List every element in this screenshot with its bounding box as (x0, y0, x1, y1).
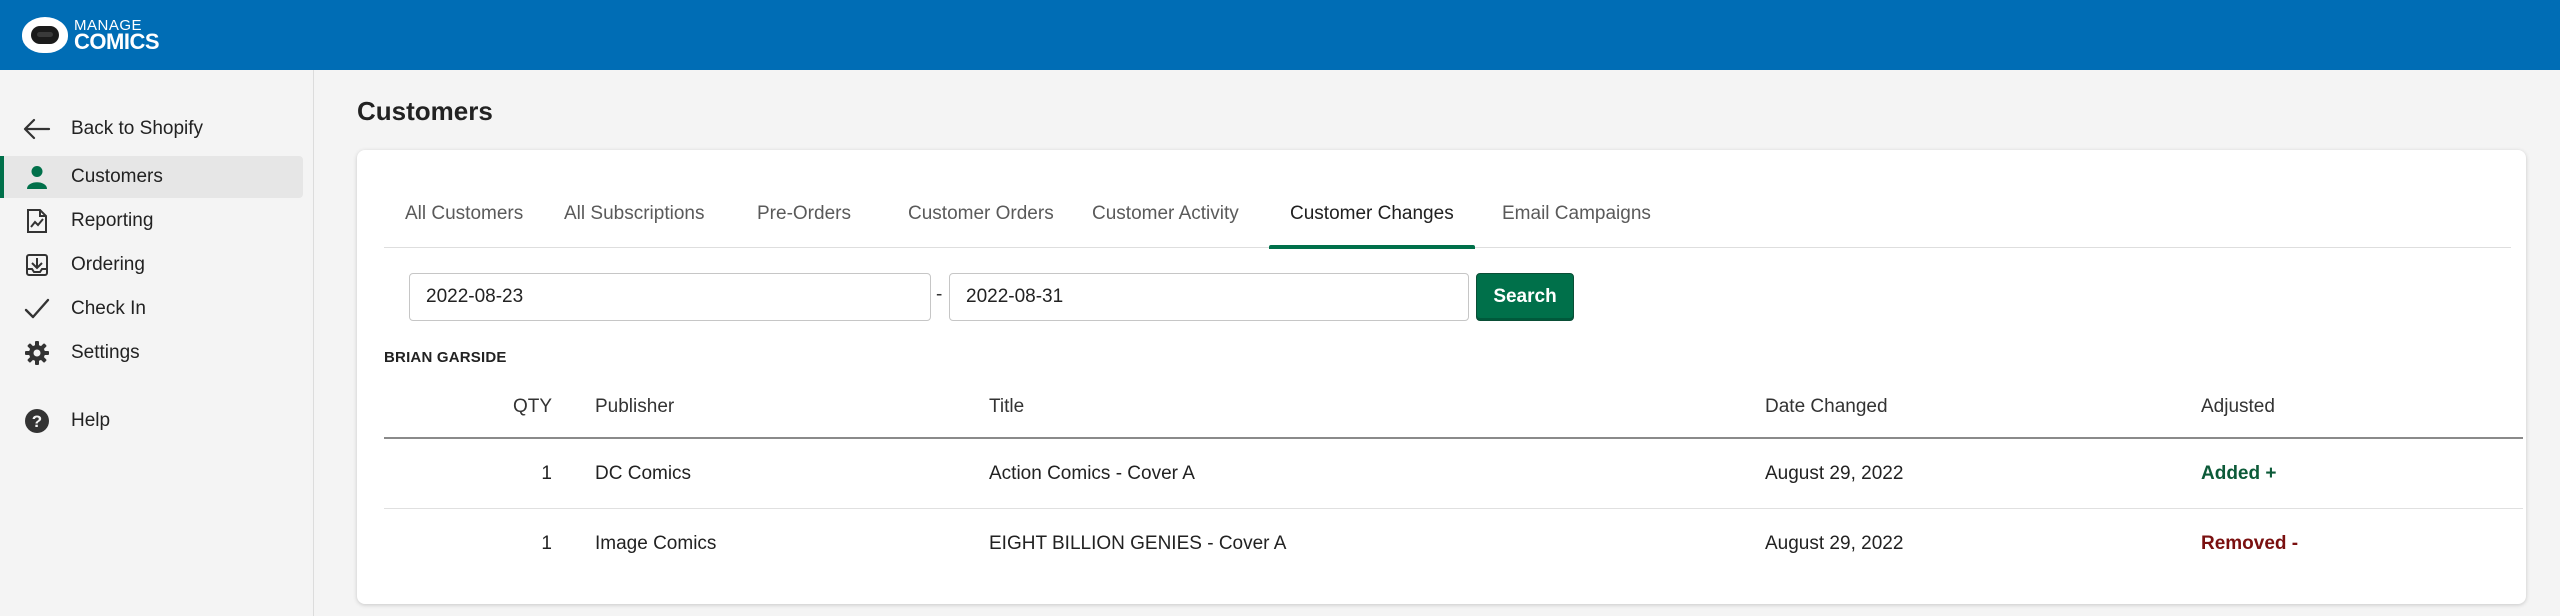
logo-text-line2: COMICS (74, 28, 160, 54)
tab-customer-orders[interactable]: Customer Orders (887, 180, 1075, 248)
sidebar-item-label: Settings (71, 342, 140, 363)
svg-text:?: ? (32, 412, 42, 431)
cell-publisher: Image Comics (595, 533, 717, 554)
tab-all-subscriptions[interactable]: All Subscriptions (543, 180, 725, 248)
header-title[interactable]: Title (989, 377, 1024, 437)
page-title: Customers (357, 96, 493, 126)
table-row: 1 Image Comics EIGHT BILLION GENIES - Co… (384, 509, 2523, 579)
header-publisher[interactable]: Publisher (595, 377, 674, 437)
back-to-shopify-link[interactable]: Back to Shopify (0, 108, 303, 150)
sidebar-item-label: Reporting (71, 210, 154, 231)
header-date-changed[interactable]: Date Changed (1765, 377, 1888, 437)
sidebar-item-label: Customers (71, 166, 163, 187)
table-header: QTY Publisher Title Date Changed Adjuste… (384, 377, 2523, 439)
tab-customer-activity[interactable]: Customer Activity (1071, 180, 1260, 248)
sidebar-item-settings[interactable]: Settings (0, 332, 303, 374)
person-icon (22, 162, 52, 192)
sidebar: Back to Shopify Customers Reporting Orde… (0, 70, 314, 616)
sidebar-item-help[interactable]: ? Help (0, 400, 303, 442)
arrow-left-icon (22, 114, 52, 144)
end-date-input[interactable] (949, 273, 1469, 321)
tab-customer-changes[interactable]: Customer Changes (1269, 180, 1475, 249)
back-to-shopify-label: Back to Shopify (71, 118, 204, 139)
start-date-input[interactable] (409, 273, 931, 321)
cell-publisher: DC Comics (595, 462, 692, 484)
sidebar-item-ordering[interactable]: Ordering (0, 244, 303, 286)
customers-card: All Customers All Subscriptions Pre-Orde… (357, 150, 2526, 604)
table-row: 1 DC Comics Action Comics - Cover A Augu… (384, 439, 2523, 509)
date-range-separator: - (936, 284, 943, 305)
cell-qty: 1 (541, 533, 552, 554)
check-icon (22, 294, 52, 324)
manage-comics-logo[interactable]: MANAGE COMICS (22, 17, 160, 54)
cell-title: EIGHT BILLION GENIES - Cover A (989, 533, 1287, 554)
download-tray-icon (22, 250, 52, 280)
header-adjusted[interactable]: Adjusted (2201, 377, 2275, 437)
customer-changes-table: QTY Publisher Title Date Changed Adjuste… (384, 377, 2523, 579)
cell-adjusted-added: Added + (2201, 462, 2277, 484)
sidebar-item-reporting[interactable]: Reporting (0, 200, 303, 242)
sidebar-item-check-in[interactable]: Check In (0, 288, 303, 330)
cell-title: Action Comics - Cover A (989, 462, 1195, 484)
header-qty[interactable]: QTY (384, 377, 552, 437)
cell-qty: 1 (541, 462, 552, 484)
gear-icon (22, 338, 52, 368)
report-icon (22, 206, 52, 236)
tab-all-customers[interactable]: All Customers (384, 180, 544, 248)
tab-pre-orders[interactable]: Pre-Orders (736, 180, 872, 248)
search-button[interactable]: Search (1476, 273, 1574, 321)
sidebar-item-label: Help (71, 410, 111, 431)
tab-bar: All Customers All Subscriptions Pre-Orde… (384, 180, 2511, 249)
sidebar-item-customers[interactable]: Customers (0, 156, 303, 198)
help-icon: ? (22, 406, 52, 436)
cell-date-changed: August 29, 2022 (1765, 533, 1904, 554)
cell-adjusted-removed: Removed - (2201, 533, 2299, 554)
customer-name-heading: BRIAN GARSIDE (384, 349, 507, 366)
sidebar-item-label: Check In (71, 298, 146, 319)
cell-date-changed: August 29, 2022 (1765, 462, 1904, 484)
logo-mascot-icon (22, 17, 68, 53)
tab-email-campaigns[interactable]: Email Campaigns (1481, 180, 1672, 248)
sidebar-item-label: Ordering (71, 254, 145, 275)
top-bar: MANAGE COMICS (0, 0, 2560, 70)
